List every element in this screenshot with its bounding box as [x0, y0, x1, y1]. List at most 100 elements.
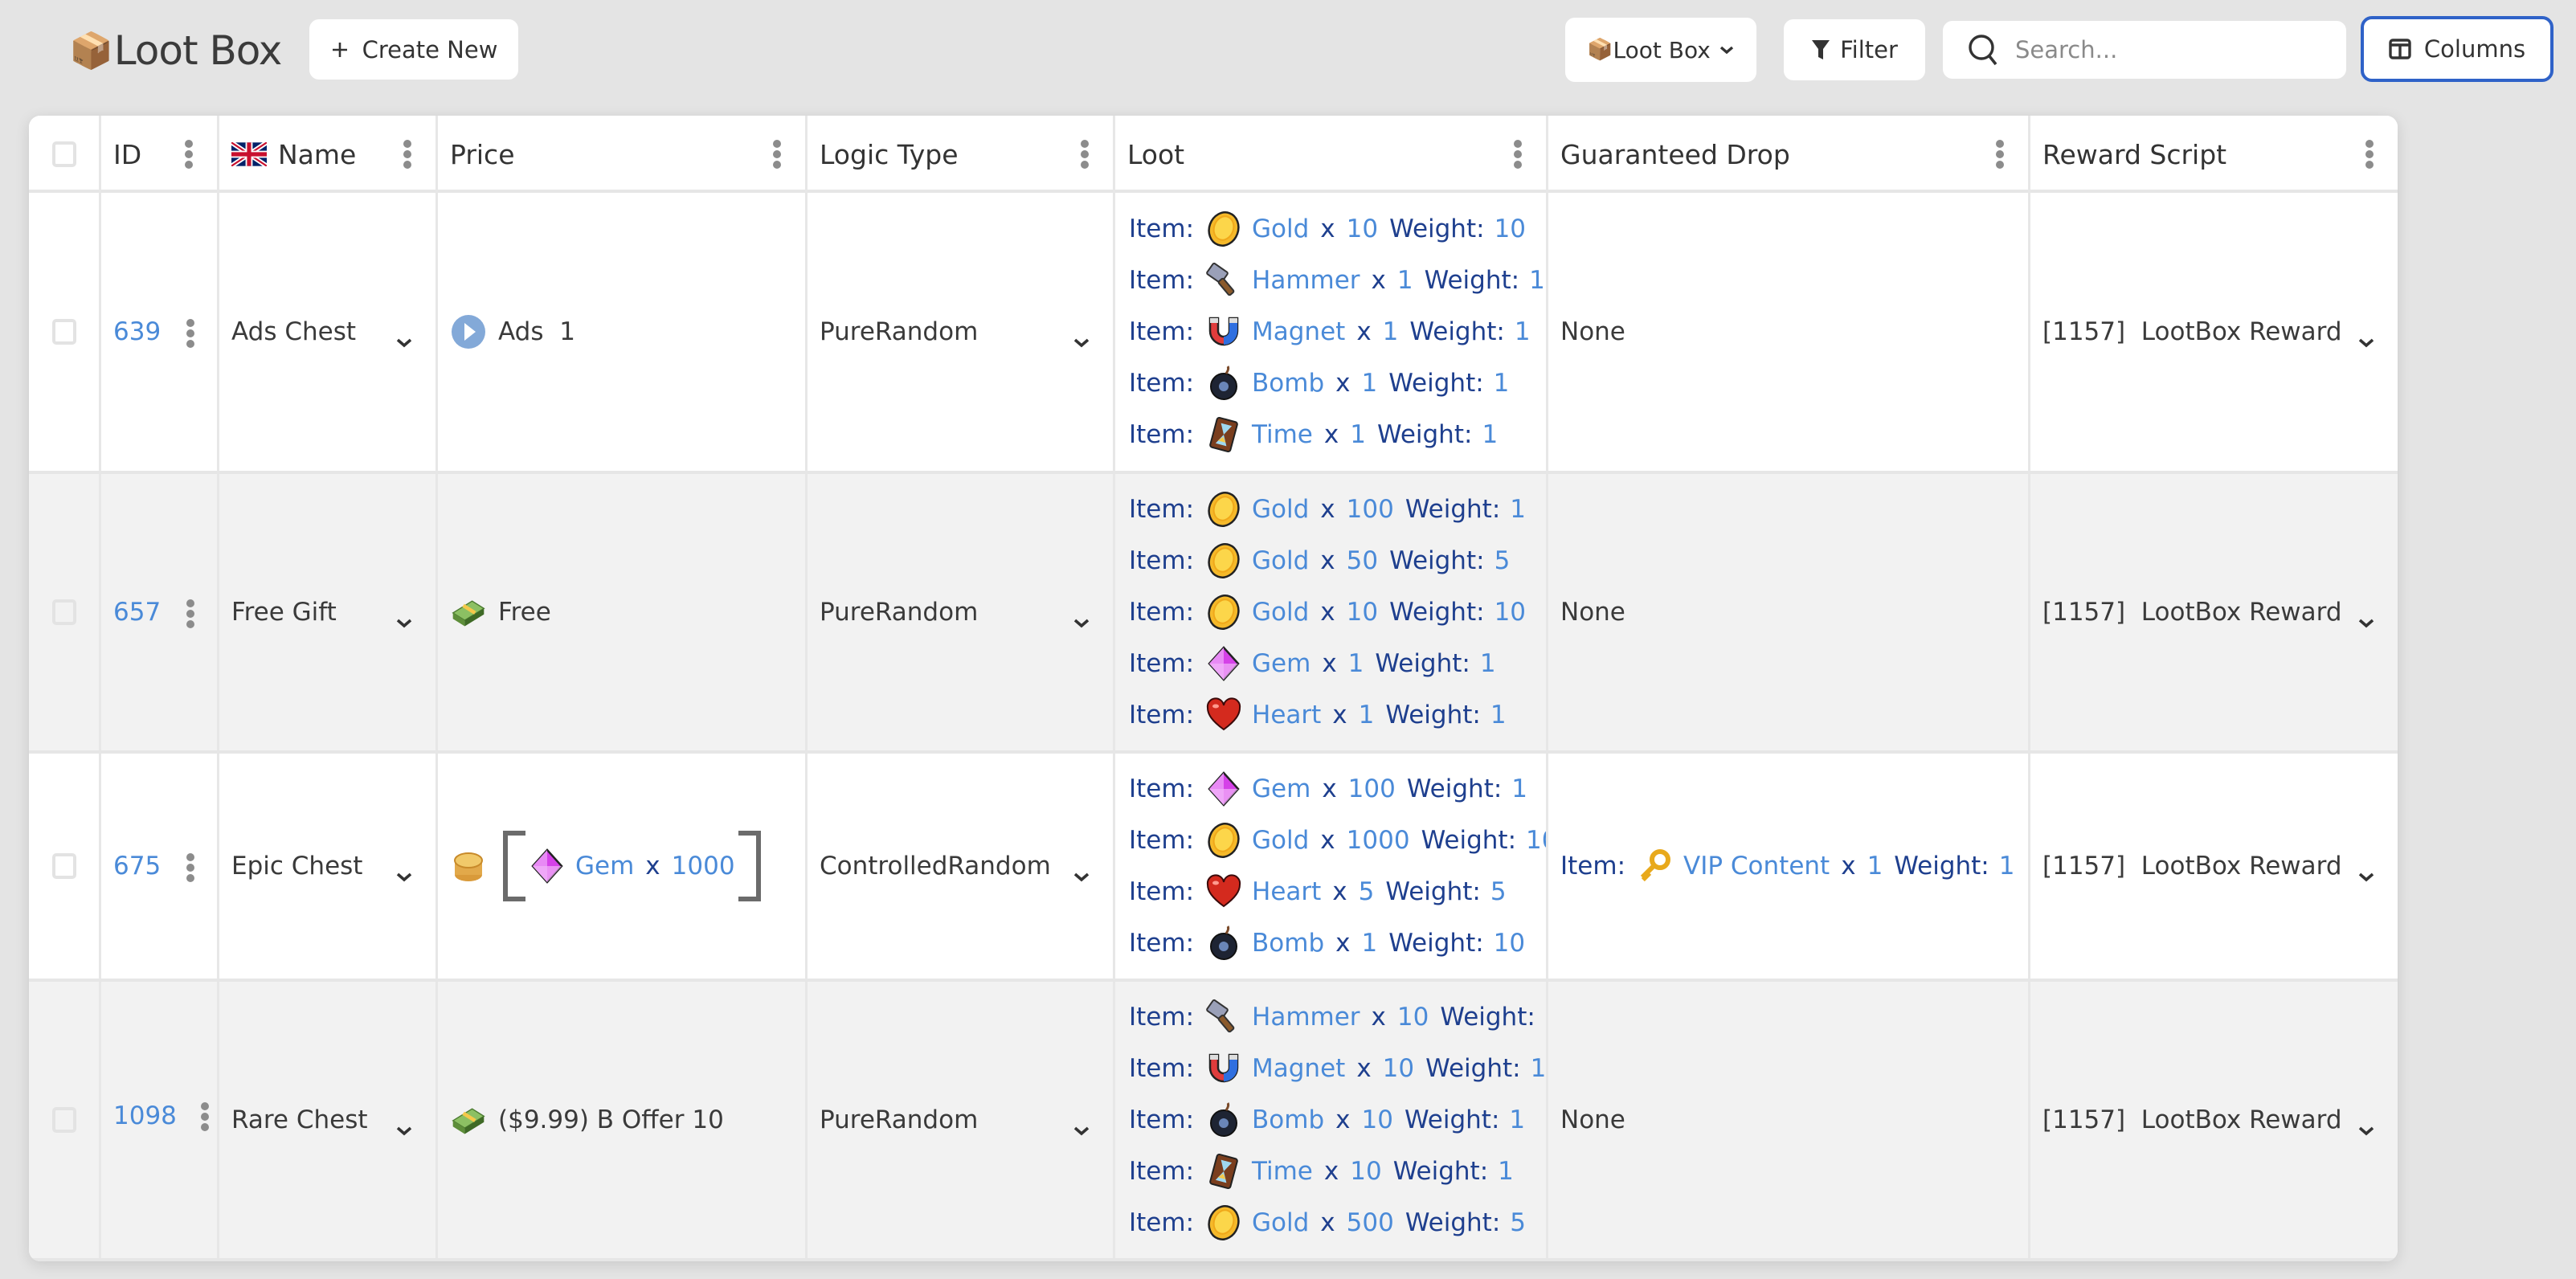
- column-menu-icon[interactable]: [185, 140, 193, 169]
- search-input[interactable]: [2015, 36, 2337, 63]
- price-item-name[interactable]: Gem: [575, 852, 634, 881]
- chevron-down-icon[interactable]: [395, 326, 413, 348]
- gold-icon: [1205, 822, 1242, 859]
- chevron-down-icon[interactable]: [395, 607, 413, 628]
- uk-flag-icon: [231, 142, 267, 166]
- loot-item-qty: 10: [1346, 215, 1379, 243]
- loot-item-name[interactable]: Gold: [1252, 826, 1309, 855]
- loot-item-name[interactable]: Gold: [1252, 598, 1309, 627]
- loot-list: Item: Hammer x 10 Weight: Item: Magnet x…: [1113, 982, 1546, 1258]
- loot-item-qty: 1: [1361, 929, 1378, 958]
- loot-item-name[interactable]: Gold: [1252, 495, 1309, 524]
- loot-item-name[interactable]: Bomb: [1252, 929, 1324, 958]
- chevron-down-icon[interactable]: [1073, 607, 1090, 628]
- gem-icon: [529, 848, 566, 885]
- loot-item-name[interactable]: Gold: [1252, 215, 1309, 243]
- header-guaranteed-label: Guaranteed Drop: [1560, 138, 1790, 170]
- column-menu-icon[interactable]: [2365, 140, 2374, 169]
- column-menu-icon[interactable]: [403, 140, 411, 169]
- column-menu-icon[interactable]: [1514, 140, 1522, 169]
- columns-icon: [2389, 39, 2411, 59]
- table-row: 675 Epic Chest Gem x 1000 ControlledRando…: [29, 754, 2398, 982]
- chevron-down-icon[interactable]: [2357, 607, 2375, 628]
- item-label: Item:: [1129, 495, 1195, 524]
- loot-item-weight: 10: [1494, 215, 1527, 243]
- header-price[interactable]: Price: [435, 116, 805, 193]
- chevron-down-icon[interactable]: [395, 860, 413, 882]
- times-label: x: [645, 852, 660, 881]
- table-row: 657 Free Gift Free PureRandom Item: Gold x …: [29, 474, 2398, 754]
- loot-item-qty: 10: [1396, 1003, 1429, 1032]
- times-label: x: [1322, 649, 1337, 678]
- loot-item: Item: Gold x 1000 Weight: 10: [1129, 815, 1546, 866]
- chevron-down-icon[interactable]: [395, 1114, 413, 1136]
- chevron-down-icon[interactable]: [2357, 326, 2375, 348]
- chevron-down-icon[interactable]: [1073, 326, 1090, 348]
- header-loot[interactable]: Loot: [1113, 116, 1546, 193]
- loot-item-weight: 1: [1511, 774, 1528, 803]
- loot-item-weight: 10: [1493, 929, 1526, 958]
- chevron-down-icon[interactable]: [2357, 860, 2375, 882]
- loot-item-name[interactable]: Bomb: [1252, 369, 1324, 398]
- loot-item: Item: Gem x 1 Weight: 1: [1129, 638, 1496, 689]
- loot-item-name[interactable]: Hammer: [1252, 266, 1360, 295]
- loot-item-name[interactable]: Heart: [1252, 701, 1321, 729]
- header-guaranteed-drop[interactable]: Guaranteed Drop: [1546, 116, 2028, 193]
- columns-button[interactable]: Columns: [2361, 16, 2554, 82]
- loot-item: Item: Magnet x 1 Weight: 1: [1129, 306, 1531, 358]
- column-menu-icon[interactable]: [1996, 140, 2004, 169]
- loot-item-weight: 1: [1493, 369, 1510, 398]
- header-id[interactable]: ID: [99, 116, 217, 193]
- loot-item-qty: 5: [1358, 877, 1375, 906]
- row-id-link[interactable]: 1098: [113, 1101, 177, 1130]
- loot-item: Item: Hammer x 1 Weight: 1: [1129, 255, 1545, 306]
- row-menu-icon[interactable]: [186, 319, 194, 348]
- loot-box-table: ID Name Price Logic Type Loot Guaranteed…: [29, 116, 2398, 1261]
- row-id-link[interactable]: 675: [113, 852, 161, 881]
- column-menu-icon[interactable]: [1081, 140, 1089, 169]
- header-reward-script[interactable]: Reward Script: [2028, 116, 2398, 193]
- plus-icon: [330, 40, 350, 59]
- header-loot-label: Loot: [1127, 138, 1185, 170]
- row-checkbox[interactable]: [51, 599, 76, 625]
- table-row: 1098 Rare Chest ($9.99) B Offer 10 PureRand…: [29, 982, 2398, 1261]
- row-id-link[interactable]: 639: [113, 317, 161, 346]
- row-checkbox[interactable]: [51, 319, 76, 345]
- loot-item-name[interactable]: Time: [1252, 420, 1313, 449]
- filter-button[interactable]: Filter: [1784, 19, 1925, 80]
- row-checkbox[interactable]: [51, 853, 76, 879]
- chevron-down-icon[interactable]: [2357, 1114, 2375, 1136]
- gem-icon: [1205, 770, 1242, 807]
- guaranteed-item-name[interactable]: VIP Content: [1683, 852, 1830, 881]
- guaranteed-drop-value: None: [1560, 1105, 1625, 1134]
- item-label: Item:: [1129, 1208, 1195, 1237]
- table-selector-dropdown[interactable]: 📦 Loot Box: [1565, 18, 1756, 82]
- loot-item-name[interactable]: Magnet: [1252, 1054, 1345, 1083]
- loot-item-name[interactable]: Gem: [1252, 774, 1310, 803]
- row-id-link[interactable]: 657: [113, 598, 161, 627]
- loot-item-name[interactable]: Magnet: [1252, 317, 1345, 346]
- loot-item-name[interactable]: Time: [1252, 1157, 1313, 1186]
- row-menu-icon[interactable]: [186, 599, 194, 628]
- search-field[interactable]: [1943, 21, 2346, 79]
- chevron-down-icon[interactable]: [1073, 1114, 1090, 1136]
- create-new-label: Create New: [362, 35, 498, 63]
- loot-item-name[interactable]: Gem: [1252, 649, 1310, 678]
- loot-item-name[interactable]: Bomb: [1252, 1105, 1324, 1134]
- loot-item: Item: Bomb x 1 Weight: 10: [1129, 917, 1525, 969]
- row-menu-icon[interactable]: [186, 853, 194, 882]
- loot-item-name[interactable]: Heart: [1252, 877, 1321, 906]
- create-new-button[interactable]: Create New: [309, 19, 518, 80]
- times-label: x: [1371, 1003, 1386, 1032]
- package-icon: 📦: [69, 31, 113, 72]
- loot-item-name[interactable]: Gold: [1252, 1208, 1309, 1237]
- select-all-checkbox[interactable]: [51, 141, 76, 167]
- loot-item-name[interactable]: Hammer: [1252, 1003, 1360, 1032]
- column-menu-icon[interactable]: [773, 140, 781, 169]
- item-label: Item:: [1129, 1157, 1195, 1186]
- chevron-down-icon[interactable]: [1073, 860, 1090, 882]
- row-checkbox[interactable]: [51, 1107, 76, 1133]
- row-menu-icon[interactable]: [201, 1102, 209, 1131]
- loot-item-name[interactable]: Gold: [1252, 546, 1309, 575]
- header-logic-type[interactable]: Logic Type: [805, 116, 1113, 193]
